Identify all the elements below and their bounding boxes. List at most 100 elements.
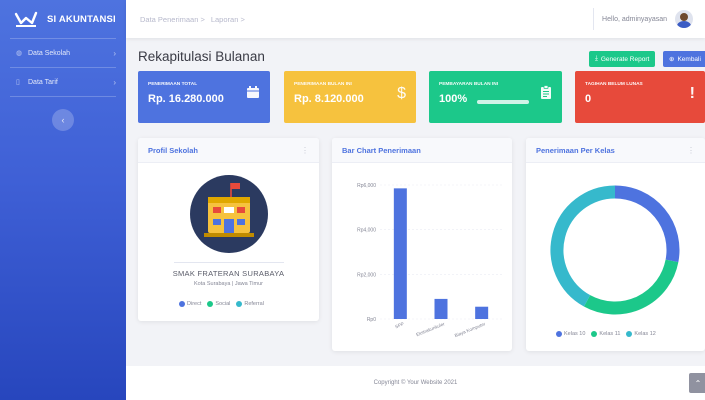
legend-item: Referral <box>236 301 264 307</box>
chevron-right-icon: › <box>113 48 116 58</box>
x-tick-label: Biaya Komputer <box>454 321 487 338</box>
stat-label: PEMBAYARAN BULAN INI <box>439 82 499 87</box>
legend-label: Kelas 10 <box>564 331 586 337</box>
donut-chart <box>550 185 680 315</box>
legend-item: Social <box>207 301 230 307</box>
exclamation-icon: ! <box>689 85 695 102</box>
school-city: Kota Surabaya | Jawa Timur <box>194 281 263 287</box>
legend-dot <box>591 331 598 337</box>
legend-label: Kelas 12 <box>634 331 656 337</box>
chevron-up-icon: ⌃ <box>694 378 702 388</box>
sidebar-item-label: Data Tarif <box>28 78 58 86</box>
panel-header: Penerimaan Per Kelas ⋮ <box>526 138 705 163</box>
y-tick-label: Rp6,000 <box>357 183 376 189</box>
donut-slice <box>583 259 679 315</box>
download-icon: ⤓ <box>595 55 598 62</box>
legend-label: Referral <box>244 301 264 307</box>
progress-fill <box>477 100 529 104</box>
legend-dot <box>207 301 214 307</box>
bar-chart-panel: Bar Chart Penerimaan Rp0 Rp2,000 Rp4,000 Rp… <box>332 138 512 351</box>
donut-chart-panel: Penerimaan Per Kelas ⋮ Kelas 10 Kelas 11… <box>526 138 705 351</box>
panel-title: Profil Sekolah <box>148 145 199 155</box>
sidebar-item-data-tarif[interactable]: ▯ Data Tarif › <box>0 68 126 96</box>
user-menu[interactable]: Hello, adminyayasan <box>593 8 693 30</box>
gauge-icon: ◍ <box>16 50 23 57</box>
back-label: Kembali <box>677 55 701 63</box>
legend-item: Kelas 10 <box>556 331 585 337</box>
page-title: Rekapitulasi Bulanan <box>138 49 265 64</box>
avatar[interactable] <box>675 10 693 28</box>
stat-card-total: PENERIMAAN TOTAL Rp. 16.280.000 <box>138 71 270 123</box>
brand-name: SI AKUNTANSI <box>47 13 116 25</box>
x-tick-label: Ekstrakurikuler <box>415 321 445 337</box>
dollar-icon: $ <box>397 85 406 102</box>
legend-item: Kelas 11 <box>591 331 620 337</box>
y-tick-label: Rp4,000 <box>357 228 376 234</box>
sidebar-toggle-button[interactable]: ‹ <box>52 109 74 131</box>
generate-report-button[interactable]: ⤓ Generate Report <box>589 51 656 67</box>
legend-dot <box>179 301 185 307</box>
chevron-right-icon: › <box>113 77 116 87</box>
legend-dot <box>626 331 633 337</box>
donut-legend: Kelas 10 Kelas 11 Kelas 12 <box>556 331 656 337</box>
stat-card-payment: PEMBAYARAN BULAN INI 100% <box>429 71 562 123</box>
bar <box>434 298 448 319</box>
topbar: Data Penerimaan > Laporan > Hello, admin… <box>126 0 705 38</box>
legend-label: Social <box>215 301 231 307</box>
sidebar-item-data-sekolah[interactable]: ◍ Data Sekolah › <box>0 39 126 67</box>
clipboard-icon <box>541 85 551 99</box>
sidebar-divider <box>10 96 116 97</box>
legend-item: Direct <box>179 301 201 307</box>
school-name: SMAK FRATERAN SURABAYA <box>172 269 285 278</box>
more-options-icon[interactable]: ⋮ <box>687 146 695 155</box>
scroll-to-top-button[interactable]: ⌃ <box>689 373 705 393</box>
document-icon: ▯ <box>16 79 20 86</box>
panel-title: Penerimaan Per Kelas <box>536 145 615 155</box>
bar <box>393 188 407 319</box>
back-button[interactable]: ⊕ Kembali <box>663 51 705 67</box>
topbar-divider <box>593 8 595 30</box>
footer: Copyright © Your Website 2021 <box>126 366 705 400</box>
stat-value: Rp. 8.120.000 <box>294 93 364 105</box>
x-tick-label: SPP <box>394 321 404 329</box>
bar-chart: Rp0 Rp2,000 Rp4,000 Rp6,000 SPP Ekstrakurikul… <box>357 183 502 338</box>
copyright-text: Copyright © Your Website 2021 <box>373 380 458 386</box>
stat-value: Rp. 16.280.000 <box>148 93 224 105</box>
stat-value: 0 <box>585 93 592 105</box>
more-options-icon[interactable]: ⋮ <box>301 146 309 155</box>
legend-label: Direct <box>187 301 202 307</box>
stat-label: TAGIHAN BELUM LUNAS <box>585 82 643 87</box>
profile-legend: Direct Social Referral <box>179 301 264 307</box>
bar <box>475 306 489 319</box>
school-building-icon <box>190 175 268 253</box>
donut-slice <box>550 185 616 307</box>
profile-panel: Profil Sekolah ⋮ SMAK FRATERAN SURABAYA … <box>138 138 319 321</box>
legend-item: Kelas 12 <box>626 331 656 337</box>
donut-slice <box>614 185 680 263</box>
divider <box>174 262 284 263</box>
legend-label: Kelas 11 <box>599 331 621 337</box>
panel-title: Bar Chart Penerimaan <box>342 145 421 155</box>
sidebar: SI AKUNTANSI ◍ Data Sekolah › ▯ Data Tar… <box>0 0 126 400</box>
y-tick-label: Rp0 <box>367 317 376 323</box>
stat-card-monthly: PENERIMAAN BULAN INI Rp. 8.120.000 $ <box>284 71 416 123</box>
payment-progress-bar <box>477 100 529 104</box>
breadcrumb-laporan[interactable]: Laporan > <box>211 15 245 24</box>
y-tick-label: Rp2,000 <box>357 272 376 278</box>
stat-label: PENERIMAAN BULAN INI <box>294 82 352 87</box>
panel-header: Bar Chart Penerimaan <box>332 138 512 163</box>
generate-report-label: Generate Report <box>600 55 650 63</box>
stat-label: PENERIMAAN TOTAL <box>148 82 198 87</box>
chart-logo-icon <box>14 11 38 27</box>
sidebar-item-label: Data Sekolah <box>28 49 71 57</box>
legend-dot <box>236 301 243 307</box>
username[interactable]: Hello, adminyayasan <box>602 16 667 23</box>
chevron-left-icon: ‹ <box>61 115 65 125</box>
calendar-icon <box>247 86 259 98</box>
back-circle-icon: ⊕ <box>669 56 675 63</box>
brand[interactable]: SI AKUNTANSI <box>0 0 126 38</box>
panel-header: Profil Sekolah ⋮ <box>138 138 319 163</box>
stat-card-unpaid: TAGIHAN BELUM LUNAS 0 ! <box>575 71 705 123</box>
breadcrumb: Data Penerimaan > Laporan > <box>140 15 593 24</box>
breadcrumb-data-penerimaan[interactable]: Data Penerimaan > <box>140 15 205 24</box>
